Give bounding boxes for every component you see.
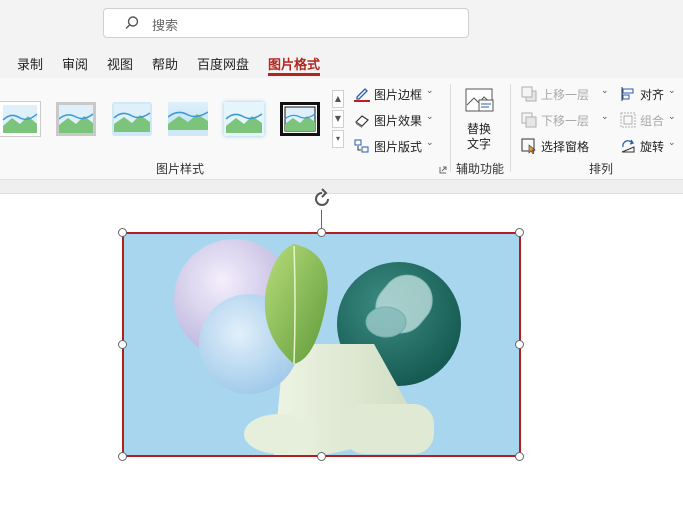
resize-handle-top-right[interactable]: [515, 228, 524, 237]
landscape-icon: [284, 106, 316, 132]
active-tab-indicator: [268, 73, 320, 76]
dialog-launcher-icon[interactable]: [439, 166, 447, 174]
resize-handle-top[interactable]: [317, 228, 326, 237]
tab-review[interactable]: 审阅: [62, 54, 88, 73]
resize-handle-right[interactable]: [515, 340, 524, 349]
group-icon: [620, 112, 636, 128]
picture-style-2[interactable]: [56, 102, 96, 136]
resize-handle-bottom[interactable]: [317, 452, 326, 461]
gallery-scroll-up-button[interactable]: ▲: [332, 90, 344, 108]
chevron-down-icon: ⌄: [668, 86, 676, 96]
chevron-down-icon: ⌄: [668, 112, 676, 122]
tab-baidu-netdisk[interactable]: 百度网盘: [197, 54, 249, 73]
rotate-button[interactable]: 旋转 ⌄: [620, 136, 680, 156]
align-button[interactable]: 对齐 ⌄: [620, 84, 680, 104]
gallery-scroll-down-button[interactable]: ▼: [332, 110, 344, 128]
resize-handle-bottom-left[interactable]: [118, 452, 127, 461]
ribbon-tabs: 录制 审阅 视图 帮助 百度网盘 图片格式: [0, 48, 683, 78]
pen-border-icon: [354, 88, 370, 102]
search-box[interactable]: 搜索: [103, 8, 469, 38]
picture-border-button[interactable]: 图片边框 ⌄: [354, 84, 438, 104]
chevron-down-icon: ⌄: [601, 86, 609, 96]
landscape-icon: [113, 104, 151, 132]
chevron-down-icon: ⌄: [601, 112, 609, 122]
abstract-3d-image: [124, 234, 519, 455]
picture-effects-button[interactable]: 图片效果 ⌄: [354, 110, 438, 130]
chevron-down-icon: ⌄: [668, 138, 676, 148]
landscape-icon: [225, 113, 263, 133]
align-icon: [621, 87, 634, 101]
alt-text-button[interactable]: 替换 文字: [460, 86, 502, 151]
search-icon: [125, 16, 139, 29]
landscape-icon: [167, 111, 209, 136]
search-placeholder: 搜索: [152, 19, 179, 34]
group-divider: [450, 84, 451, 172]
picture-layout-button[interactable]: 图片版式 ⌄: [354, 136, 438, 156]
selection-pane-icon: [521, 138, 536, 154]
gallery-more-button[interactable]: ▾: [332, 130, 344, 148]
picture-style-6[interactable]: [280, 102, 320, 136]
alt-text-icon: [465, 88, 494, 112]
send-backward-button[interactable]: 下移一层 ⌄: [521, 110, 611, 130]
send-backward-icon: [521, 112, 537, 128]
group-label-picture-styles: 图片样式: [156, 162, 205, 176]
picture-style-3[interactable]: [112, 102, 152, 136]
chevron-down-icon: ⌄: [426, 86, 434, 96]
chevron-down-icon: ⌄: [426, 138, 434, 148]
title-bar: 搜索: [0, 0, 683, 48]
rotate-handle-icon[interactable]: [310, 187, 334, 211]
landscape-icon: [2, 105, 38, 133]
tab-picture-format[interactable]: 图片格式: [268, 54, 320, 73]
resize-handle-top-left[interactable]: [118, 228, 127, 237]
resize-handle-bottom-right[interactable]: [515, 452, 524, 461]
effects-icon: [355, 115, 369, 128]
ribbon-shadow: [0, 180, 683, 194]
bring-forward-button[interactable]: 上移一层 ⌄: [521, 84, 611, 104]
layout-icon: [354, 139, 369, 153]
chevron-down-icon: ⌄: [426, 112, 434, 122]
picture-style-4[interactable]: [167, 102, 209, 136]
picture-style-5[interactable]: [224, 102, 264, 136]
ribbon: ▲ ▼ ▾ 图片边框 ⌄ 图片效果 ⌄ 图片版式 ⌄ 图片样式 替换 文字 辅助…: [0, 78, 683, 180]
group-button[interactable]: 组合 ⌄: [620, 110, 680, 130]
landscape-icon: [58, 105, 94, 133]
picture-style-1[interactable]: [0, 102, 40, 136]
tab-help[interactable]: 帮助: [152, 54, 178, 73]
group-divider: [510, 84, 511, 172]
selected-picture[interactable]: [122, 232, 521, 457]
group-label-arrange: 排列: [589, 162, 614, 176]
resize-handle-left[interactable]: [118, 340, 127, 349]
tab-view[interactable]: 视图: [107, 54, 133, 73]
selection-pane-button[interactable]: 选择窗格: [521, 136, 611, 156]
tab-record[interactable]: 录制: [17, 54, 43, 73]
bring-forward-icon: [521, 86, 537, 102]
rotate-icon: [621, 139, 635, 153]
group-label-accessibility: 辅助功能: [456, 162, 505, 176]
